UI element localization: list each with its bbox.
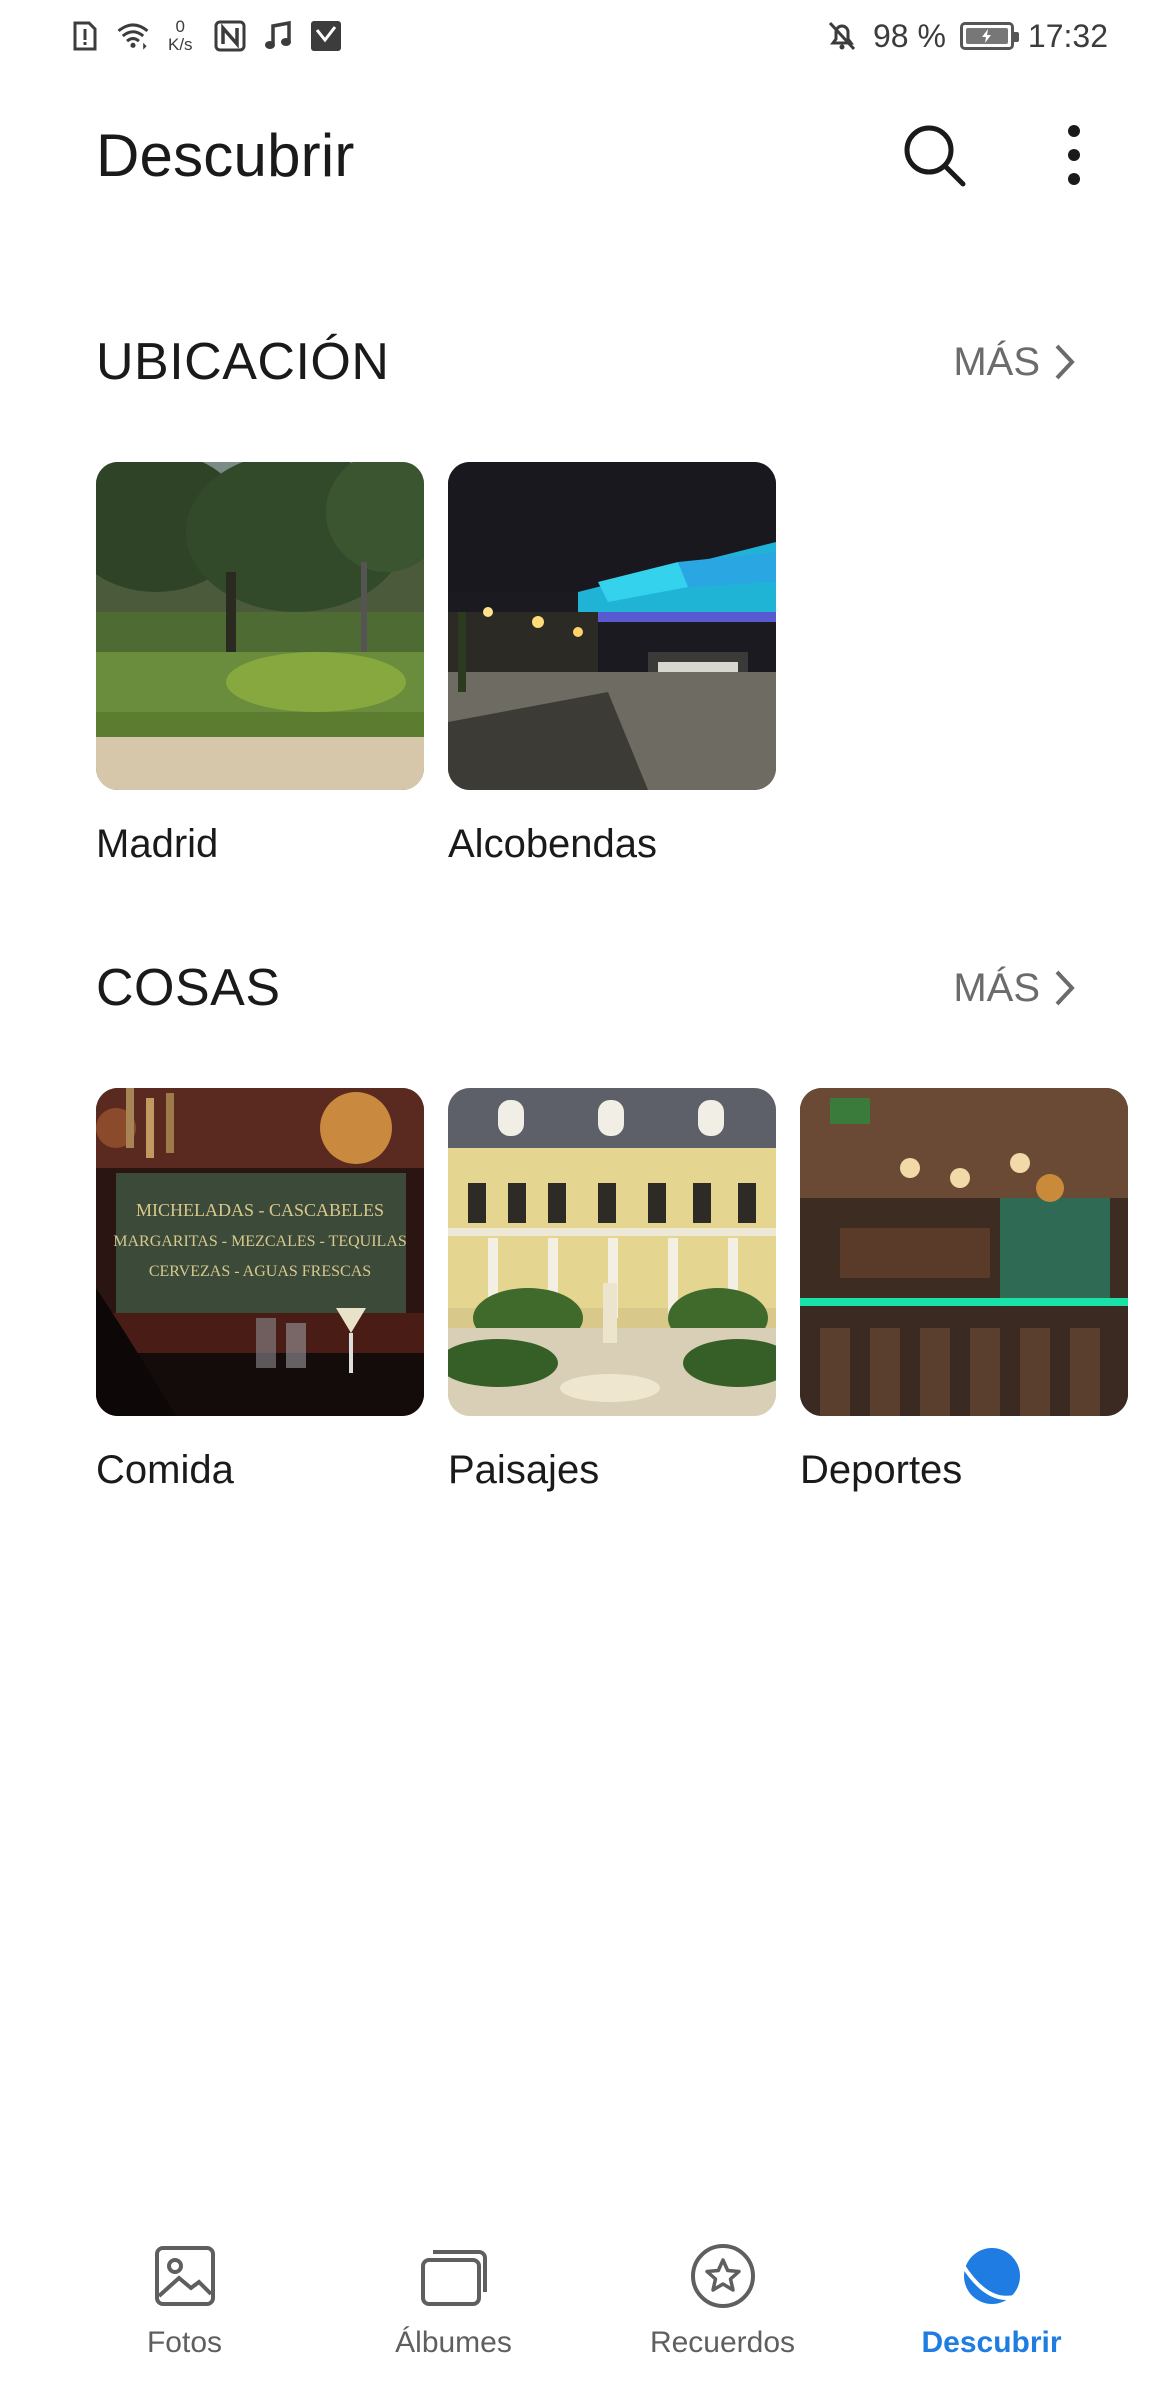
sim-alert-icon [68,19,102,53]
status-bar: 0 K/s 98 % 17:32 [0,0,1176,72]
nav-label-albumes: Álbumes [395,2326,512,2359]
battery-percent: 98 % [872,17,946,54]
location-section: UBICACIÓN MÁS Madrid Alcobendas [0,322,1176,867]
things-section-title: COSAS [96,959,281,1017]
nav-item-recuerdos[interactable]: Recuerdos [608,2230,838,2360]
location-thumb-alcobendas [448,462,776,790]
comida-sign-line1: MICHELADAS - CASCABELES [136,1200,384,1220]
bottom-nav: Fotos Álbumes Recuerdos Descubrir [0,2230,1176,2400]
things-thumb-paisajes [448,1088,776,1416]
status-right-group: 98 % 17:32 [825,18,1108,55]
clock: 17:32 [1027,17,1108,54]
things-section-header: COSAS MÁS [0,948,1176,1028]
things-label-comida: Comida [96,1448,234,1492]
things-more-label: MÁS [953,965,1040,1010]
nav-item-descubrir[interactable]: Descubrir [877,2230,1107,2360]
things-tile-paisajes[interactable]: Paisajes [448,1088,776,1493]
things-label-paisajes: Paisajes [448,1448,600,1492]
nav-label-descubrir: Descubrir [921,2326,1062,2359]
location-label-madrid: Madrid [96,822,219,866]
things-thumb-comida: MICHELADAS - CASCABELES MARGARITAS - MEZ… [96,1088,424,1416]
albums-icon [418,2240,490,2312]
location-thumb-madrid [96,462,424,790]
bell-off-icon [825,19,859,53]
things-tile-deportes[interactable]: Deportes [800,1088,1128,1493]
battery-icon [959,22,1019,50]
location-grid: Madrid Alcobendas [0,462,1176,867]
chevron-right-icon [1055,344,1075,380]
things-grid: MICHELADAS - CASCABELES MARGARITAS - MEZ… [0,1088,1176,1493]
things-more-button[interactable]: MÁS [953,966,1076,1011]
nfc-icon [213,19,247,53]
star-circle-icon [687,2240,759,2312]
app-notification-icon [309,19,343,53]
things-tile-comida[interactable]: MICHELADAS - CASCABELES MARGARITAS - MEZ… [96,1088,424,1493]
location-more-button[interactable]: MÁS [953,340,1076,385]
music-note-icon [261,19,295,53]
location-more-label: MÁS [953,339,1040,384]
net-speed: 0 K/s [168,18,193,54]
net-speed-value: 0 [175,17,186,36]
nav-item-albumes[interactable]: Álbumes [339,2230,569,2360]
location-section-header: UBICACIÓN MÁS [0,322,1176,402]
comida-sign-line3: CERVEZAS - AGUAS FRESCAS [149,1263,371,1280]
discover-screen: 0 K/s 98 % 17:32 Descubrir UBICACIÓN MÁS… [0,0,1176,2400]
location-tile-alcobendas[interactable]: Alcobendas [448,462,776,867]
image-icon [149,2240,221,2312]
nav-item-fotos[interactable]: Fotos [70,2230,300,2360]
wifi-icon [116,19,150,53]
location-tile-madrid[interactable]: Madrid [96,462,424,867]
things-section: COSAS MÁS MICHELADAS - CASCABELES MARGAR… [0,948,1176,1493]
comida-sign-line2: MARGARITAS - MEZCALES - TEQUILAS [113,1233,407,1250]
planet-icon [956,2240,1028,2312]
nav-label-fotos: Fotos [146,2326,223,2359]
app-bar: Descubrir [0,100,1176,210]
more-vert-icon[interactable] [1032,113,1116,197]
app-bar-actions [892,113,1116,197]
things-thumb-deportes [800,1088,1128,1416]
things-label-deportes: Deportes [800,1448,963,1492]
net-speed-unit: K/s [168,35,193,54]
page-title: Descubrir [96,121,355,189]
search-icon[interactable] [892,113,976,197]
location-label-alcobendas: Alcobendas [448,822,658,866]
chevron-right-icon [1055,970,1075,1006]
nav-label-recuerdos: Recuerdos [649,2326,796,2359]
status-left-group: 0 K/s [68,18,343,54]
location-section-title: UBICACIÓN [96,333,390,391]
